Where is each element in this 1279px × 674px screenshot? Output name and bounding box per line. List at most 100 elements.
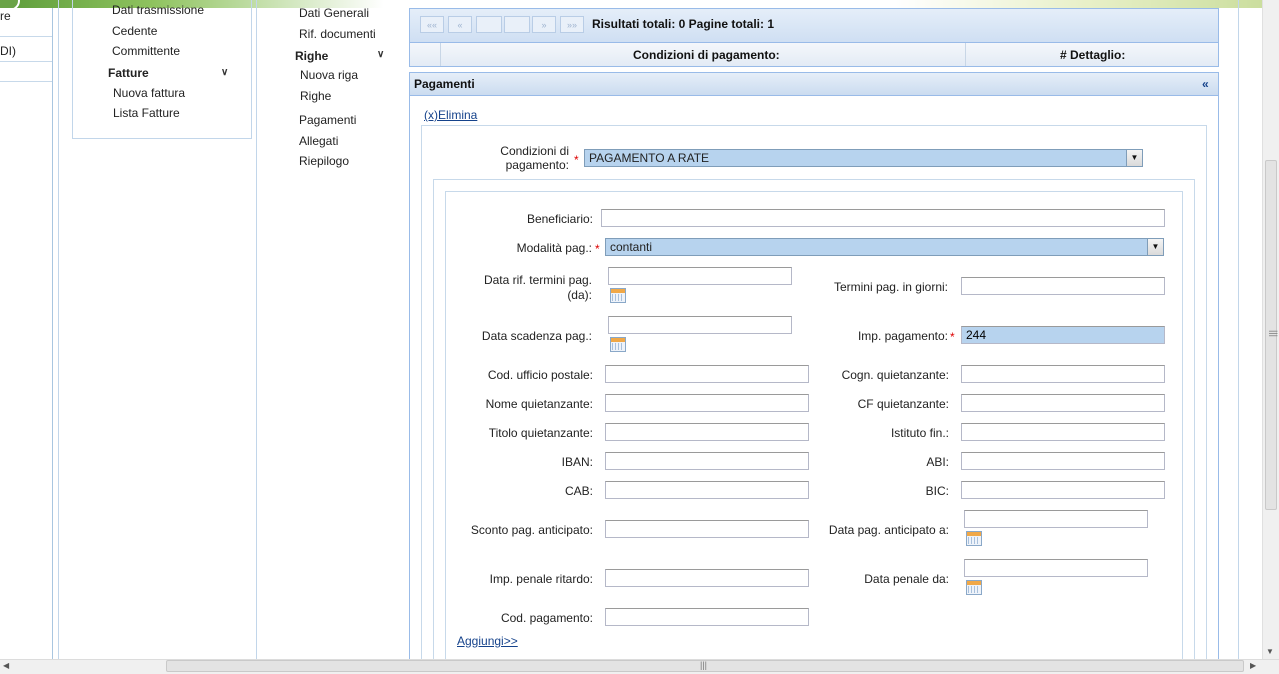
divider (0, 81, 52, 82)
calendar-icon[interactable] (610, 337, 626, 352)
scroll-left-arrow-icon[interactable]: ◀ (3, 661, 9, 670)
column-header-condizioni[interactable]: Condizioni di pagamento: (633, 48, 780, 62)
iban-input[interactable] (605, 452, 809, 470)
cogn-quietanzante-label: Cogn. quietanzante: (841, 368, 949, 382)
data-scadenza-input[interactable] (608, 316, 792, 334)
elimina-link[interactable]: (x)Elimina (424, 108, 477, 122)
data-penale-label: Data penale da: (864, 572, 949, 586)
divider (256, 0, 257, 659)
cab-label: CAB: (564, 484, 593, 498)
menu-item-rif-documenti[interactable]: Rif. documenti (299, 27, 376, 41)
cf-quietanzante-input[interactable] (961, 394, 1165, 412)
menu-item-riepilogo[interactable]: Riepilogo (299, 154, 349, 168)
bic-label: BIC: (925, 484, 949, 498)
nome-quietanzante-label: Nome quietanzante: (485, 397, 593, 411)
pager-prev-button[interactable]: « (448, 16, 472, 33)
column-header-dettaglio[interactable]: # Dettaglio: (1060, 48, 1125, 62)
penale-label: Imp. penale ritardo: (489, 572, 593, 586)
left-panel-item[interactable]: re (0, 9, 11, 23)
data-rif-label: Data rif. termini pag. (da): (460, 273, 592, 303)
condizioni-label-line: pagamento: (505, 158, 569, 172)
beneficiario-input[interactable] (601, 209, 1165, 227)
pager-first-button[interactable]: «« (420, 16, 444, 33)
menu-item-lista-fatture[interactable]: Lista Fatture (113, 106, 180, 120)
dropdown-arrow-icon[interactable]: ▼ (1126, 150, 1142, 166)
cod-ufficio-input[interactable] (605, 365, 809, 383)
titolo-quietanzante-label: Titolo quietanzante: (488, 426, 593, 440)
cod-pagamento-input[interactable] (605, 608, 809, 626)
pagamenti-panel-title: Pagamenti (414, 77, 475, 91)
menu-item-allegati[interactable]: Allegati (299, 134, 338, 148)
menu-item-dati-trasmissione[interactable]: Dati trasmissione (112, 3, 204, 17)
menu-item-nuova-fattura[interactable]: Nuova fattura (113, 86, 185, 100)
divider (440, 43, 441, 66)
left-panel-item[interactable]: DI) (0, 44, 16, 58)
penale-input[interactable] (605, 569, 809, 587)
cab-input[interactable] (605, 481, 809, 499)
cogn-quietanzante-input[interactable] (961, 365, 1165, 383)
termini-input[interactable] (961, 277, 1165, 295)
pager-next-button[interactable]: » (532, 16, 556, 33)
data-penale-input[interactable] (964, 559, 1148, 577)
double-chevron-down-icon[interactable]: ∨ (377, 49, 384, 60)
calendar-icon[interactable] (610, 288, 626, 303)
sconto-label: Sconto pag. anticipato: (470, 523, 593, 537)
scroll-grip: ||| (1269, 330, 1279, 338)
cod-pagamento-label: Cod. pagamento: (500, 611, 593, 625)
pager-page-count (504, 16, 530, 33)
sconto-input[interactable] (605, 520, 809, 538)
divider (0, 61, 52, 62)
istituto-input[interactable] (961, 423, 1165, 441)
required-marker: * (595, 242, 600, 256)
dropdown-arrow-icon[interactable]: ▼ (1147, 239, 1163, 255)
modalita-label: Modalità pag.: (516, 241, 592, 255)
aggiungi-link[interactable]: Aggiungi>> (457, 634, 518, 648)
divider (965, 43, 966, 66)
menu-item-committente[interactable]: Committente (112, 44, 180, 58)
calendar-icon[interactable] (966, 531, 982, 546)
data-anticipato-label: Data pag. anticipato a: (828, 523, 949, 537)
pager-last-button[interactable]: »» (560, 16, 584, 33)
data-rif-label-line: (da): (567, 288, 592, 302)
divider (0, 36, 52, 37)
beneficiario-label: Beneficiario: (526, 212, 593, 226)
data-anticipato-input[interactable] (964, 510, 1148, 528)
cf-quietanzante-label: CF quietanzante: (857, 397, 949, 411)
bic-input[interactable] (961, 481, 1165, 499)
menu-section-righe[interactable]: Righe (295, 49, 328, 63)
scroll-down-arrow-icon[interactable]: ▼ (1266, 647, 1274, 656)
condizioni-label: Condizioni di pagamento: (470, 144, 569, 172)
data-scadenza-label: Data scadenza pag.: (481, 329, 592, 343)
pager-page-input[interactable] (476, 16, 502, 33)
nome-quietanzante-input[interactable] (605, 394, 809, 412)
required-marker: * (574, 153, 579, 167)
cod-ufficio-label: Cod. ufficio postale: (487, 368, 593, 382)
double-chevron-down-icon[interactable]: ∨ (221, 67, 228, 78)
menu-item-righe[interactable]: Righe (300, 89, 331, 103)
data-rif-input[interactable] (608, 267, 792, 285)
divider (1238, 0, 1239, 659)
titolo-quietanzante-input[interactable] (605, 423, 809, 441)
imp-pagamento-input[interactable] (961, 326, 1165, 344)
calendar-icon[interactable] (966, 580, 982, 595)
termini-label: Termini pag. in giorni: (833, 280, 948, 294)
pagamenti-panel-header (410, 73, 1218, 96)
menu-item-cedente[interactable]: Cedente (112, 24, 157, 38)
left-panel (0, 8, 53, 659)
modalita-select-value: contanti (610, 240, 653, 254)
abi-label: ABI: (926, 455, 949, 469)
condizioni-select-value: PAGAMENTO A RATE (589, 151, 710, 165)
istituto-label: Istituto fin.: (890, 426, 949, 440)
abi-input[interactable] (961, 452, 1165, 470)
menu-item-dati-generali[interactable]: Dati Generali (299, 6, 369, 20)
condizioni-select[interactable]: PAGAMENTO A RATE (584, 149, 1143, 167)
menu-section-fatture[interactable]: Fatture (108, 66, 149, 80)
scroll-right-arrow-icon[interactable]: ▶ (1250, 661, 1256, 670)
menu-item-pagamenti[interactable]: Pagamenti (299, 113, 356, 127)
menu-item-nuova-riga[interactable]: Nuova riga (300, 68, 358, 82)
collapse-button[interactable]: « (1202, 77, 1209, 91)
divider (58, 0, 59, 659)
required-marker: * (950, 330, 955, 344)
data-rif-label-line: Data rif. termini pag. (483, 273, 592, 287)
modalita-select[interactable]: contanti (605, 238, 1164, 256)
